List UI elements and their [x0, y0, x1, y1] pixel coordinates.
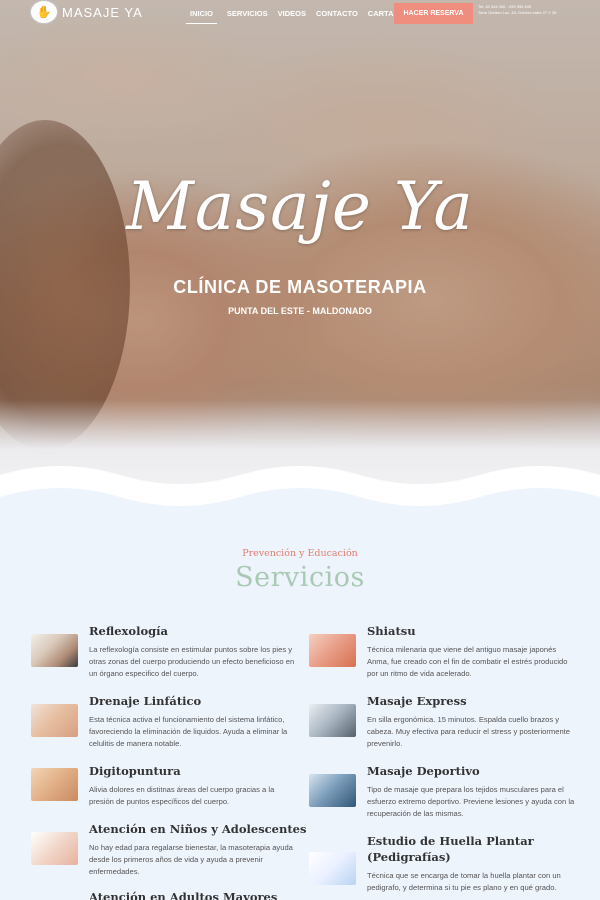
- hero-banner: Masaje Ya CLÍNICA DE MASOTERAPIA PUNTA D…: [0, 0, 600, 510]
- service-description: En silla ergonómica. 15 minutos. Espalda…: [367, 715, 571, 748]
- brand-name: MASAJE YA: [62, 4, 143, 20]
- service-description: Tipo de masaje que prepara los tejidos m…: [367, 785, 575, 818]
- top-navigation: ✋ MASAJE YA INICIO SERVICIOS VIDEOS CONT…: [0, 0, 600, 30]
- nav-item-servicios[interactable]: SERVICIOS: [227, 9, 268, 24]
- service-item-shiatsu[interactable]: Shiatsu Técnica milenaria que viene del …: [309, 624, 579, 680]
- nav-item-contacto[interactable]: CONTACTO: [316, 9, 358, 24]
- service-description: No hay edad para regalarse bienestar, la…: [89, 843, 293, 876]
- service-name: Atención en Niños y Adolescentes: [89, 822, 307, 836]
- service-item-huella-plantar[interactable]: Estudio de Huella Plantar (Pedigrafías) …: [309, 834, 579, 900]
- service-name: Masaje Deportivo: [367, 764, 480, 778]
- reserve-button[interactable]: HACER RESERVA: [394, 3, 473, 24]
- service-item-masaje-express[interactable]: Masaje Express En silla ergonómica. 15 m…: [309, 694, 579, 750]
- service-name: Shiatsu: [367, 624, 416, 638]
- service-description: Esta técnica activa el funcionamiento de…: [89, 715, 288, 748]
- nav-item-videos[interactable]: VIDEOS: [278, 9, 306, 24]
- service-description: Alivia dolores en distitnas áreas del cu…: [89, 785, 275, 806]
- services-eyebrow: Prevención y Educación: [242, 548, 358, 559]
- main-menu: INICIO SERVICIOS VIDEOS CONTACTO CARTA: [186, 9, 394, 24]
- hero-title: Masaje Ya: [126, 168, 474, 245]
- service-thumbnail: [309, 704, 356, 737]
- service-name: Masaje Express: [367, 694, 467, 708]
- brand-logo[interactable]: ✋ MASAJE YA: [30, 0, 143, 24]
- nav-item-carta[interactable]: CARTA: [368, 9, 394, 24]
- header-contact-info: Tel: 42 444 000 - 099 535 549 Torre Gorl…: [478, 4, 556, 16]
- service-thumbnail: [31, 832, 78, 865]
- contact-address: Torre Gorlero Loc. 43, Gorlero entre 27 …: [478, 10, 557, 15]
- service-item-adultos-mayores[interactable]: Atención en Adultos Mayores: [31, 890, 301, 900]
- service-item-reflexologia[interactable]: Reflexología La reflexología consiste en…: [31, 624, 301, 680]
- service-name: Reflexología: [89, 624, 168, 638]
- service-description: Técnica que se encarga de tomar la huell…: [367, 871, 561, 892]
- service-thumbnail: [309, 774, 356, 807]
- service-description: Técnica milenaria que viene del antiguo …: [367, 645, 568, 678]
- service-item-drenaje-linfatico[interactable]: Drenaje Linfático Esta técnica activa el…: [31, 694, 301, 750]
- service-description: La reflexología consiste en estimular pu…: [89, 645, 295, 678]
- service-thumbnail: [309, 852, 356, 885]
- service-item-ninos-adolescentes[interactable]: Atención en Niños y Adolescentes No hay …: [31, 822, 306, 878]
- hand-logo-icon: ✋: [30, 0, 58, 24]
- hero-subtitle: CLÍNICA DE MASOTERAPIA: [173, 277, 427, 297]
- nav-item-inicio[interactable]: INICIO: [186, 9, 217, 24]
- service-name: Drenaje Linfático: [89, 694, 202, 708]
- hero-wave-divider: [0, 466, 600, 510]
- service-name: Atención en Adultos Mayores: [89, 890, 278, 900]
- service-thumbnail: [31, 634, 78, 667]
- service-thumbnail: [31, 704, 78, 737]
- services-title: Servicios: [235, 562, 365, 593]
- service-name: Estudio de Huella Plantar: [367, 834, 534, 848]
- hero-location: PUNTA DEL ESTE - MALDONADO: [228, 306, 372, 316]
- service-thumbnail: [31, 768, 78, 801]
- service-thumbnail: [309, 634, 356, 667]
- service-item-masaje-deportivo[interactable]: Masaje Deportivo Tipo de masaje que prep…: [309, 764, 579, 820]
- service-name-line2: (Pedigrafías): [367, 850, 451, 864]
- service-item-digitopuntura[interactable]: Digitopuntura Alivia dolores en distitna…: [31, 764, 301, 810]
- service-name: Digitopuntura: [89, 764, 181, 778]
